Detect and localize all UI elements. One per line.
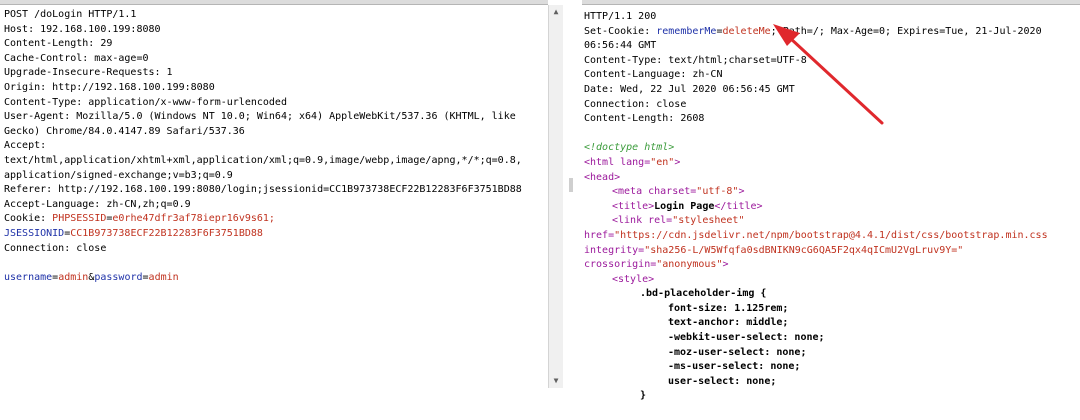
request-line: application/signed-exchange;v=b3;q=0.9 xyxy=(4,169,233,181)
response-status: HTTP/1.1 200 xyxy=(584,11,657,22)
href-line: href="https://cdn.jsdelivr.net/npm/boots… xyxy=(584,229,1080,244)
request-editor[interactable]: POST /doLogin HTTP/1.1 Host: 192.168.100… xyxy=(0,0,548,420)
attr-value: "anonymous" xyxy=(656,259,723,271)
css-property: user-select: none; xyxy=(668,375,777,387)
doctype-line: <!doctype html> xyxy=(584,142,675,154)
crossorigin-line: crossorigin="anonymous"> xyxy=(584,258,1080,273)
integrity-line: integrity="sha256-L/W5Wfqfa0sdBNIKN9cG6Q… xyxy=(584,244,1080,259)
link-tag-line: <link rel="stylesheet" xyxy=(584,214,1080,229)
param-value: admin xyxy=(58,271,89,283)
response-line: 06:56:44 GMT xyxy=(584,40,657,52)
head-tag-line: <head> xyxy=(584,171,621,183)
title-text: Login Page xyxy=(654,200,715,212)
set-cookie-header: Set-Cookie: rememberMe=deleteMe; Path=/;… xyxy=(584,25,1080,40)
attr-name: rel= xyxy=(648,215,673,227)
request-line: Referer: http://192.168.100.199:8080/log… xyxy=(4,184,522,196)
request-line: Host: 192.168.100.199:8080 xyxy=(4,23,161,35)
cookie-label: Cookie: xyxy=(4,213,53,225)
attr-name: lang= xyxy=(620,156,651,168)
tag: <link xyxy=(612,215,649,227)
tag: </title> xyxy=(714,200,763,212)
param-name: password xyxy=(94,271,143,283)
cookie-name: PHPSESSID xyxy=(52,213,107,225)
attr-value: "sha256-L/W5Wfqfa0sdBNIKN9cG6QA5F2qx4qIC… xyxy=(644,244,964,256)
set-cookie-value: deleteMe xyxy=(722,25,771,37)
response-line: Connection: close xyxy=(584,98,687,110)
attr-name: charset= xyxy=(648,186,697,198)
css-property: -moz-user-select: none; xyxy=(668,346,807,358)
set-cookie-label: Set-Cookie: xyxy=(584,25,657,37)
request-line: Origin: http://192.168.100.199:8080 xyxy=(4,81,215,93)
attr-name: crossorigin= xyxy=(584,259,657,271)
tag: > xyxy=(722,259,729,271)
response-text: HTTP/1.1 200 Set-Cookie: rememberMe=dele… xyxy=(584,10,1080,404)
tag: <meta xyxy=(612,186,649,198)
request-line: Upgrade-Insecure-Requests: 1 xyxy=(4,67,173,79)
tag: <title> xyxy=(612,200,655,212)
cookie-value: CC1B973738ECF22B12283F6F3751BD88 xyxy=(70,227,263,239)
response-viewer-header xyxy=(582,0,1080,5)
set-cookie-name: rememberMe xyxy=(656,25,717,37)
attr-value: "stylesheet" xyxy=(672,215,745,227)
response-line: Content-Length: 2608 xyxy=(584,113,705,125)
param-value: admin xyxy=(148,271,179,283)
request-line: text/html,application/xhtml+xml,applicat… xyxy=(4,154,522,166)
response-line: Content-Language: zh-CN xyxy=(584,69,723,81)
request-line: User-Agent: Mozilla/5.0 (Windows NT 10.0… xyxy=(4,111,516,123)
request-line: Accept-Language: zh-CN,zh;q=0.9 xyxy=(4,198,191,210)
scroll-down-icon[interactable]: ▼ xyxy=(549,374,563,388)
meta-tag-line: <meta charset="utf-8"> xyxy=(584,185,1080,200)
request-line: POST /doLogin HTTP/1.1 xyxy=(4,9,137,20)
scroll-up-icon[interactable]: ▲ xyxy=(549,5,563,19)
cookie-header: Cookie: PHPSESSID=e0rhe47dfr3af78iepr16v… xyxy=(4,212,548,227)
request-text: POST /doLogin HTTP/1.1 Host: 192.168.100… xyxy=(4,8,548,285)
css-property: -webkit-user-select: none; xyxy=(668,332,825,344)
attr-name: integrity= xyxy=(584,244,645,256)
tag: <html xyxy=(584,156,621,168)
tag: > xyxy=(738,186,745,198)
response-line: Content-Type: text/html;charset=UTF-8 xyxy=(584,54,807,66)
pane-splitter[interactable] xyxy=(565,0,581,420)
cookie-name: JSESSIONID xyxy=(4,227,65,239)
param-name: username xyxy=(4,271,53,283)
attr-value: "en" xyxy=(650,156,675,168)
splitter-grip[interactable] xyxy=(569,178,573,192)
request-line: Content-Type: application/x-www-form-url… xyxy=(4,96,287,108)
tag: > xyxy=(674,156,681,168)
cookie-header-cont: JSESSIONID=CC1B973738ECF22B12283F6F3751B… xyxy=(4,227,548,242)
css-property: text-anchor: middle; xyxy=(668,317,789,329)
css-property: font-size: 1.125rem; xyxy=(668,302,789,314)
attr-value: "https://cdn.jsdelivr.net/npm/bootstrap@… xyxy=(614,229,1048,241)
request-editor-header xyxy=(0,0,548,5)
css-close-brace: } xyxy=(640,390,647,402)
request-body: username=admin&password=admin xyxy=(4,271,548,286)
attr-value: "utf-8" xyxy=(696,186,739,198)
request-line: Gecko) Chrome/84.0.4147.89 Safari/537.36 xyxy=(4,125,245,137)
css-selector: .bd-placeholder-img { xyxy=(640,288,767,300)
request-line: Cache-Control: max-age=0 xyxy=(4,52,149,64)
set-cookie-attrs: ; Path=/; Max-Age=0; Expires=Tue, 21-Jul… xyxy=(770,25,1042,37)
response-viewer[interactable]: HTTP/1.1 200 Set-Cookie: rememberMe=dele… xyxy=(582,0,1080,420)
request-line: Accept: xyxy=(4,140,47,152)
request-line: Connection: close xyxy=(4,242,107,254)
cookie-value: e0rhe47dfr3af78iepr16v9s61; xyxy=(112,213,275,225)
response-line: Date: Wed, 22 Jul 2020 06:56:45 GMT xyxy=(584,83,795,95)
request-line: Content-Length: 29 xyxy=(4,38,113,50)
css-property: -ms-user-select: none; xyxy=(668,361,801,373)
request-scrollbar[interactable]: ▲ ▼ xyxy=(548,5,563,388)
attr-name: href= xyxy=(584,229,615,241)
title-tag-line: <title>Login Page</title> xyxy=(584,200,1080,215)
html-tag-line: <html lang="en"> xyxy=(584,156,1080,171)
style-tag-line: <style> xyxy=(612,273,655,285)
